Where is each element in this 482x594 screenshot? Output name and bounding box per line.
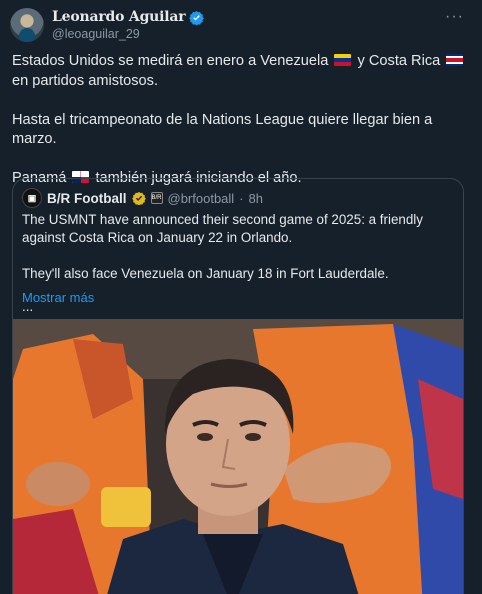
tweet-header: Leonardo Aguilar @leoaguilar_29	[52, 8, 442, 41]
tweet-text: y Costa Rica	[357, 53, 441, 69]
verified-gold-badge-icon	[131, 191, 146, 205]
quoted-tweet-photo[interactable]	[13, 319, 463, 594]
tweet-text: en partidos amistosos.	[12, 72, 159, 89]
author-avatar[interactable]	[10, 8, 44, 42]
quoted-timestamp[interactable]: 8h	[249, 191, 263, 206]
quoted-paragraph: The USMNT have announced their second ga…	[22, 212, 423, 245]
tweet-paragraph: Hasta el tricampeonato de la Nations Lea…	[12, 111, 472, 150]
quoted-author-avatar[interactable]: ▣	[22, 188, 42, 208]
more-options-icon[interactable]: ···	[445, 8, 464, 26]
tweet-text: Estados Unidos se medirá en enero a Vene…	[12, 53, 329, 69]
dot-separator: ·	[239, 190, 244, 206]
affiliate-badge-icon: B/R	[150, 192, 163, 204]
quoted-tweet[interactable]: ▣ B/R Football B/R @brfootball · 8h The …	[12, 178, 464, 594]
quoted-author-name[interactable]: B/R Football	[47, 191, 127, 206]
flag-costa-rica-icon	[446, 54, 464, 66]
photo-illustration	[13, 319, 463, 594]
author-handle[interactable]: @leoaguilar_29	[52, 27, 442, 41]
tweet-paragraph: Estados Unidos se medirá en enero a Vene…	[12, 52, 472, 91]
quoted-author-handle[interactable]: @brfootball	[168, 191, 235, 206]
br-logo-icon: ▣	[27, 192, 37, 203]
quoted-paragraph: They'll also face Venezuela on January 1…	[22, 266, 389, 281]
author-display-name[interactable]: Leonardo Aguilar	[52, 9, 186, 25]
quoted-tweet-header: ▣ B/R Football B/R @brfootball · 8h	[22, 188, 263, 208]
show-more-link[interactable]: Mostrar más	[22, 290, 94, 305]
author-name-row: Leonardo Aguilar	[52, 8, 442, 26]
tweet-card[interactable]: Leonardo Aguilar @leoaguilar_29 ··· Esta…	[0, 0, 482, 594]
tweet-text: Hasta el tricampeonato de la Nations Lea…	[12, 111, 433, 148]
verified-badge-icon	[189, 10, 205, 25]
flag-venezuela-icon	[334, 54, 352, 66]
